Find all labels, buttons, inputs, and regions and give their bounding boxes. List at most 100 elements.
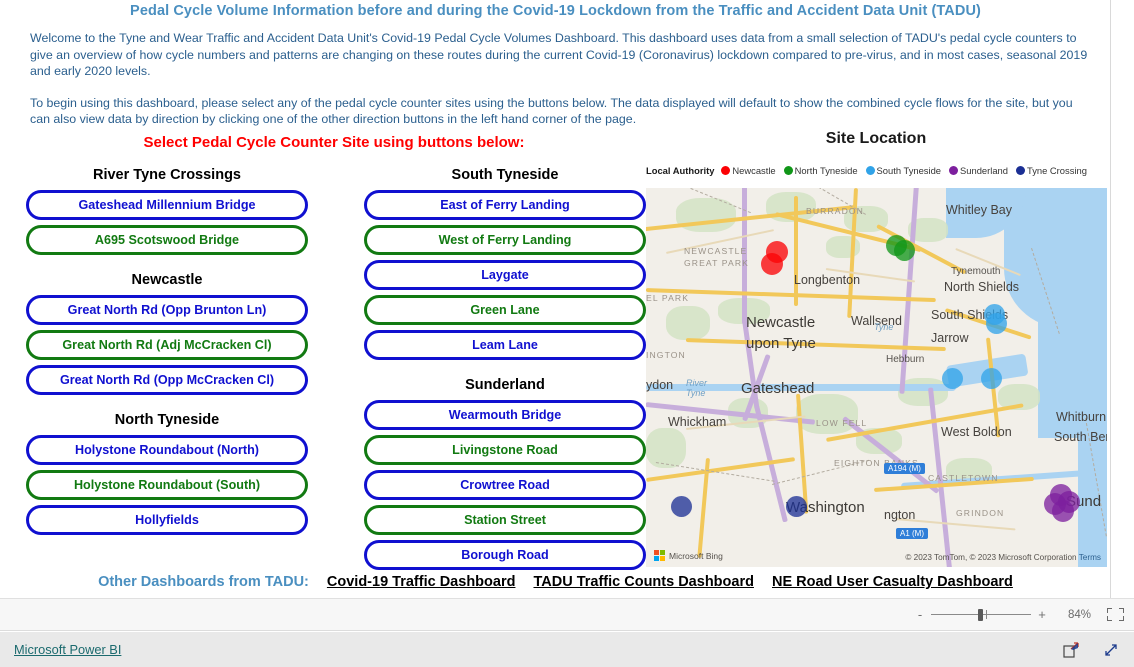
button-column-middle: South Tyneside East of Ferry Landing Wes… xyxy=(364,166,646,575)
report-canvas: Pedal Cycle Volume Information before an… xyxy=(0,0,1111,598)
link-tadu-traffic-counts-dashboard[interactable]: TADU Traffic Counts Dashboard xyxy=(533,574,753,590)
site-button-leam-lane[interactable]: Leam Lane xyxy=(364,330,646,360)
zoom-slider-thumb[interactable] xyxy=(978,608,983,621)
map-greenspace-4 xyxy=(666,306,710,340)
site-button-east-of-ferry-landing[interactable]: East of Ferry Landing xyxy=(364,190,646,220)
bing-logo-label: Microsoft Bing xyxy=(669,550,723,561)
site-dot-newcastle-2[interactable] xyxy=(761,253,783,275)
site-button-green-lane[interactable]: Green Lane xyxy=(364,295,646,325)
map-label-river: River xyxy=(686,378,708,388)
zoom-in-button[interactable]: + xyxy=(1035,607,1049,622)
legend-dot-south-tyneside xyxy=(865,165,875,175)
site-dot-tyne-crossing-2[interactable] xyxy=(786,496,807,517)
legend-item-newcastle[interactable]: Newcastle xyxy=(721,164,776,176)
map-label-el-park: EL PARK xyxy=(646,293,690,303)
zoom-slider[interactable] xyxy=(931,608,1031,622)
bing-map[interactable]: Whitley Bay BURRADON NEWCASTLE GREAT PAR… xyxy=(646,188,1107,567)
legend-label-newcastle: Newcastle xyxy=(732,164,776,176)
map-label-jarrow: Jarrow xyxy=(931,331,969,345)
map-terms-link[interactable]: Terms xyxy=(1079,553,1101,562)
map-label-tyne-west: Tyne xyxy=(686,388,706,398)
legend-dot-north-tyneside xyxy=(783,165,793,175)
button-column-left: River Tyne Crossings Gateshead Millenniu… xyxy=(26,166,308,540)
map-greenspace-6 xyxy=(796,394,858,434)
site-button-hollyfields[interactable]: Hollyfields xyxy=(26,505,308,535)
site-button-holystone-roundabout-south[interactable]: Holystone Roundabout (South) xyxy=(26,470,308,500)
map-label-north-shields: North Shields xyxy=(944,280,1020,294)
select-site-heading: Select Pedal Cycle Counter Site using bu… xyxy=(143,134,525,151)
map-legend: Local Authority Newcastle North Tyneside… xyxy=(646,162,1106,178)
zoom-out-button[interactable]: - xyxy=(913,607,927,622)
site-dot-tyne-crossing-1[interactable] xyxy=(671,496,692,517)
map-label-newcastle: Newcastle xyxy=(746,314,816,331)
link-ne-road-user-casualty-dashboard[interactable]: NE Road User Casualty Dashboard xyxy=(772,574,1013,590)
map-label-tyne-east: Tyne xyxy=(874,322,894,332)
map-label-low-fell: LOW FELL xyxy=(816,418,868,428)
other-dashboards-label: Other Dashboards from TADU: xyxy=(98,574,309,590)
site-button-west-of-ferry-landing[interactable]: West of Ferry Landing xyxy=(364,225,646,255)
fit-to-page-icon[interactable] xyxy=(1107,608,1124,621)
group-label-river-tyne-crossings: River Tyne Crossings xyxy=(92,167,241,183)
powerbi-footer-bar: Microsoft Power BI xyxy=(0,632,1134,667)
site-dot-sunderland-4[interactable] xyxy=(1052,500,1074,522)
map-label-hebburn: Hebburn xyxy=(886,354,925,365)
site-button-gateshead-millennium-bridge[interactable]: Gateshead Millennium Bridge xyxy=(26,190,308,220)
site-location-panel: Site Location Local Authority Newcastle … xyxy=(645,130,1107,567)
legend-item-tyne-crossing[interactable]: Tyne Crossing xyxy=(1015,164,1087,176)
site-button-great-north-rd-opp-mccracken-cl[interactable]: Great North Rd (Opp McCracken Cl) xyxy=(26,365,308,395)
bing-logo-icon xyxy=(654,550,665,561)
site-button-great-north-rd-opp-brunton-ln[interactable]: Great North Rd (Opp Brunton Ln) xyxy=(26,295,308,325)
map-greenspace-11 xyxy=(646,428,686,468)
map-road-major-4 xyxy=(794,196,798,306)
site-button-holystone-roundabout-north[interactable]: Holystone Roundabout (North) xyxy=(26,435,308,465)
group-label-south-tyneside: South Tyneside xyxy=(451,167,559,183)
page-title: Pedal Cycle Volume Information before an… xyxy=(130,3,981,19)
group-label-sunderland: Sunderland xyxy=(465,377,545,393)
powerbi-link[interactable]: Microsoft Power BI xyxy=(14,642,121,657)
legend-dot-sunderland xyxy=(949,165,959,175)
site-button-a695-scotswood-bridge[interactable]: A695 Scotswood Bridge xyxy=(26,225,308,255)
zoom-slider-tick xyxy=(986,609,987,619)
zoom-percent-label: 84% xyxy=(1067,608,1091,621)
share-icon[interactable] xyxy=(1062,641,1080,659)
map-label-gateshead: Gateshead xyxy=(741,380,815,397)
legend-item-south-tyneside[interactable]: South Tyneside xyxy=(865,165,941,176)
map-title: Site Location xyxy=(825,130,927,147)
legend-label-tyne-crossing: Tyne Crossing xyxy=(1026,164,1087,176)
map-greenspace-9 xyxy=(898,378,948,406)
legend-label-north-tyneside: North Tyneside xyxy=(794,164,858,176)
site-button-wearmouth-bridge[interactable]: Wearmouth Bridge xyxy=(364,400,646,430)
map-attribution: © 2023 TomTom, © 2023 Microsoft Corporat… xyxy=(905,553,1101,562)
other-dashboards-row: Other Dashboards from TADU: Covid-19 Tra… xyxy=(0,574,1111,590)
site-button-laygate[interactable]: Laygate xyxy=(364,260,646,290)
link-covid-19-traffic-dashboard[interactable]: Covid-19 Traffic Dashboard xyxy=(327,574,516,590)
map-label-longbenton: Longbenton xyxy=(794,273,861,287)
site-dot-north-tyneside-2[interactable] xyxy=(894,240,915,261)
map-label-ngton: ngton xyxy=(884,508,916,522)
dashboard-root: Pedal Cycle Volume Information before an… xyxy=(0,0,1134,667)
group-label-newcastle: Newcastle xyxy=(131,272,203,288)
map-label-castletown: CASTLETOWN xyxy=(928,473,999,483)
site-button-crowtree-road[interactable]: Crowtree Road xyxy=(364,470,646,500)
map-label-newcastle-great-park-1: NEWCASTLE xyxy=(684,246,748,256)
site-dot-south-tyneside-2[interactable] xyxy=(986,313,1007,334)
map-attribution-text: © 2023 TomTom, © 2023 Microsoft Corporat… xyxy=(905,553,1077,562)
legend-item-sunderland[interactable]: Sunderland xyxy=(949,165,1008,176)
site-button-great-north-rd-adj-mccracken-cl[interactable]: Great North Rd (Adj McCracken Cl) xyxy=(26,330,308,360)
legend-dot-newcastle xyxy=(721,165,731,175)
map-label-burradon: BURRADON xyxy=(806,206,864,216)
site-dot-south-tyneside-4[interactable] xyxy=(981,368,1002,389)
intro-paragraph-1: Welcome to the Tyne and Wear Traffic and… xyxy=(30,31,1088,78)
site-button-borough-road[interactable]: Borough Road xyxy=(364,540,646,570)
map-label-whitburn: Whitburn xyxy=(1056,410,1107,424)
legend-label-sunderland: Sunderland xyxy=(960,164,1008,176)
intro-paragraph-2: To begin using this dashboard, please se… xyxy=(30,95,1073,127)
site-dot-south-tyneside-3[interactable] xyxy=(942,368,963,389)
site-button-station-street[interactable]: Station Street xyxy=(364,505,646,535)
site-button-livingstone-road[interactable]: Livingstone Road xyxy=(364,435,646,465)
legend-item-north-tyneside[interactable]: North Tyneside xyxy=(783,164,858,176)
map-label-whitley-bay: Whitley Bay xyxy=(946,203,1012,217)
map-shield-a194m: A194 (M) xyxy=(884,463,925,474)
legend-title: Local Authority xyxy=(646,164,715,176)
full-screen-icon[interactable] xyxy=(1102,641,1120,659)
